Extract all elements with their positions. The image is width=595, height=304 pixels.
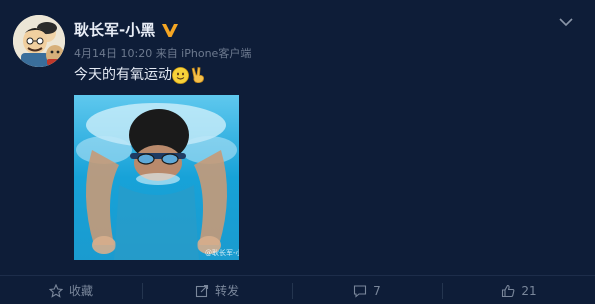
weibo-post-card: 耿长军-小黑 4月14日 10:20 来自 iPhone客户端 今天的有氧运动 <box>0 0 595 304</box>
username-link[interactable]: 耿长军-小黑 <box>74 20 155 40</box>
smile-emoji-icon <box>172 67 189 84</box>
thumbs-up-icon <box>502 284 515 297</box>
repost-label: 转发 <box>214 284 239 298</box>
repost-button[interactable]: 转发 <box>143 277 291 304</box>
victory-hand-emoji-icon <box>190 66 207 84</box>
star-icon <box>48 283 63 298</box>
like-count: 21 <box>521 283 537 298</box>
repost-icon <box>195 284 209 297</box>
actions-divider <box>0 275 595 276</box>
comment-icon <box>354 284 367 298</box>
user-avatar[interactable] <box>13 15 65 67</box>
post-photo[interactable]: @耿长军-小黑 <box>74 95 239 260</box>
verified-v-badge-icon[interactable] <box>161 22 179 38</box>
comment-count: 7 <box>373 283 381 298</box>
like-button[interactable]: 21 <box>443 277 595 304</box>
favorite-button[interactable]: 收藏 <box>0 277 142 304</box>
post-text: 今天的有氧运动 <box>74 67 172 83</box>
avatar-cartoon-icon <box>13 15 65 67</box>
comment-button[interactable]: 7 <box>293 277 441 304</box>
swimmer-photo <box>74 95 239 260</box>
photo-watermark: @耿长军-小黑 <box>205 249 239 257</box>
chevron-down-icon[interactable] <box>558 14 574 28</box>
favorite-label: 收藏 <box>68 284 93 298</box>
post-meta: 4月14日 10:20 来自 iPhone客户端 <box>74 47 252 60</box>
